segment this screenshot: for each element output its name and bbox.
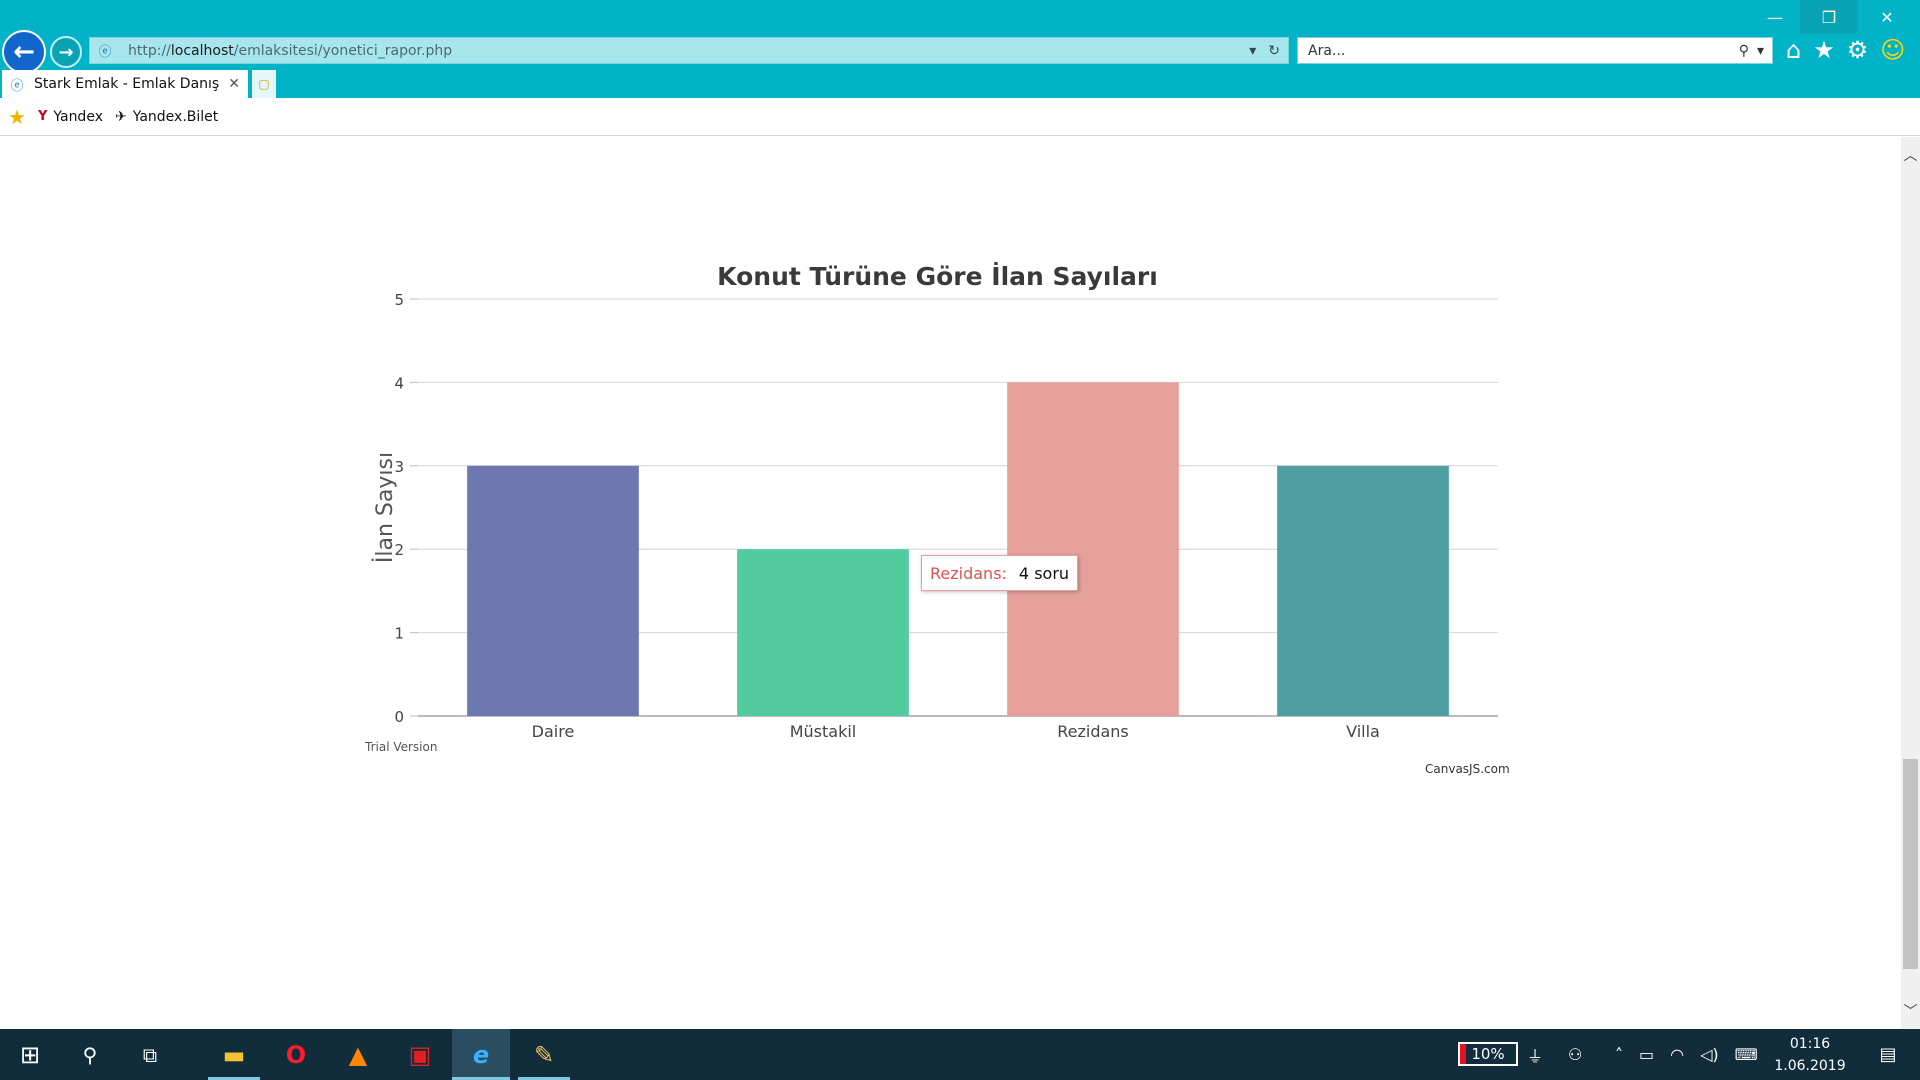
- favorite-yandex-bilet[interactable]: ✈ Yandex.Bilet: [115, 109, 218, 125]
- restore-button[interactable]: ❐: [1800, 0, 1858, 34]
- battery-indicator[interactable]: 10%: [1458, 1042, 1518, 1066]
- search-dropdown-icon[interactable]: ▾: [1757, 43, 1764, 59]
- scroll-down-icon[interactable]: ﹀: [1901, 1001, 1920, 1021]
- search-input[interactable]: Ara...: [1308, 43, 1345, 59]
- bar-daire[interactable]: [467, 465, 639, 716]
- battery-percent: 10%: [1471, 1045, 1505, 1063]
- people-icon[interactable]: ⚇: [1568, 1029, 1582, 1080]
- new-tab-button[interactable]: ▢: [252, 70, 276, 98]
- yandex-icon: Y: [37, 109, 48, 124]
- plane-icon: ✈: [114, 108, 127, 125]
- power-plug-icon: ⏚: [1527, 1046, 1544, 1066]
- y-tick-label: 1: [394, 625, 404, 643]
- page-viewport: Konut Türüne Göre İlan Sayıları 0 1 2 3 4 5 Da…: [0, 137, 1901, 1029]
- bar-müstakil[interactable]: [737, 549, 909, 716]
- taskbar-clock[interactable]: 01:16 1.06.2019: [1770, 1033, 1850, 1077]
- canvasjs-credit[interactable]: CanvasJS.com: [1425, 762, 1510, 776]
- x-tick-label: Rezidans: [1057, 722, 1129, 741]
- internet-explorer-icon[interactable]: e: [452, 1029, 510, 1080]
- back-button[interactable]: ←: [2, 30, 46, 74]
- tab-page-icon: ⓔ: [10, 78, 24, 94]
- tab-active[interactable]: ⓔ Stark Emlak - Emlak Danış... ✕: [2, 70, 248, 98]
- favorites-bar: ★ Y Yandex ✈ Yandex.Bilet: [0, 98, 1920, 136]
- chart-tooltip: Rezidans: 4 soru: [921, 555, 1079, 591]
- close-window-button[interactable]: ✕: [1858, 0, 1916, 34]
- feedback-smiley-icon[interactable]: ☺: [1880, 36, 1905, 64]
- opera-icon[interactable]: O: [270, 1029, 322, 1080]
- x-tick-label: Daire: [532, 722, 575, 741]
- add-favorite-star-icon[interactable]: ★: [8, 105, 26, 129]
- favorite-yandex[interactable]: Y Yandex: [38, 109, 103, 125]
- scroll-up-icon[interactable]: ︿: [1901, 145, 1920, 165]
- favorites-star-icon[interactable]: ★: [1813, 36, 1835, 64]
- bar-villa[interactable]: [1277, 465, 1449, 716]
- refresh-icon[interactable]: ↻: [1268, 43, 1280, 59]
- gear-icon[interactable]: ⚙: [1847, 36, 1869, 64]
- windows-start-icon[interactable]: ⊞: [0, 1029, 60, 1080]
- tooltip-series-name: Rezidans:: [930, 563, 1007, 583]
- scroll-thumb[interactable]: [1903, 759, 1918, 969]
- clock-time: 01:16: [1789, 1036, 1831, 1052]
- browser-chrome: — ❐ ✕ ← → ⓔ http://localhost/emlaksitesi…: [0, 0, 1920, 98]
- device-icon[interactable]: ▭: [1639, 1045, 1654, 1064]
- tab-title: Stark Emlak - Emlak Danış...: [34, 76, 219, 92]
- search-box[interactable]: Ara... ⚲ ▾: [1297, 37, 1773, 64]
- tooltip-value: 4 soru: [1018, 563, 1070, 583]
- search-taskbar-icon[interactable]: ⚲: [60, 1029, 120, 1080]
- trial-version-label: Trial Version: [365, 740, 438, 754]
- task-view-icon[interactable]: ⧉: [120, 1029, 180, 1080]
- volume-icon[interactable]: ◁): [1700, 1045, 1719, 1064]
- notification-center-icon[interactable]: ▤: [1868, 1029, 1908, 1080]
- battery-level-fill: [1460, 1044, 1466, 1064]
- x-tick-label: Villa: [1346, 722, 1380, 741]
- system-tray: ˄ ▭ ◠ ◁) ⌨: [1615, 1029, 1758, 1080]
- address-url: http://localhost/emlaksitesi/yonetici_ra…: [128, 42, 453, 59]
- vertical-scrollbar[interactable]: ︿ ﹀: [1901, 137, 1920, 1029]
- y-tick-label: 5: [394, 291, 404, 309]
- clock-date: 1.06.2019: [1774, 1058, 1846, 1074]
- acrobat-icon[interactable]: ▣: [394, 1029, 446, 1080]
- paint-icon[interactable]: ✎: [518, 1029, 570, 1080]
- address-bar[interactable]: ⓔ http://localhost/emlaksitesi/yonetici_…: [89, 37, 1289, 64]
- vlc-icon[interactable]: ▲: [332, 1029, 384, 1080]
- page-icon: ⓔ: [98, 45, 112, 60]
- address-dropdown-icon[interactable]: ▾: [1249, 43, 1256, 59]
- forward-button[interactable]: →: [50, 36, 82, 68]
- bar-rezidans[interactable]: [1007, 382, 1179, 716]
- tab-close-icon[interactable]: ✕: [228, 76, 240, 92]
- search-icon[interactable]: ⚲: [1739, 43, 1749, 59]
- y-axis-label: İlan Sayısı: [372, 452, 398, 563]
- y-tick-label: 0: [394, 708, 404, 726]
- home-icon[interactable]: ⌂: [1786, 36, 1801, 64]
- minimize-button[interactable]: —: [1746, 0, 1804, 34]
- y-tick-label: 4: [394, 374, 404, 392]
- x-tick-label: Müstakil: [790, 722, 857, 741]
- wifi-icon[interactable]: ◠: [1670, 1045, 1684, 1064]
- file-explorer-icon[interactable]: ▬: [208, 1029, 260, 1080]
- keyboard-icon[interactable]: ⌨: [1735, 1045, 1758, 1064]
- show-hidden-icons-icon[interactable]: ˄: [1615, 1045, 1623, 1064]
